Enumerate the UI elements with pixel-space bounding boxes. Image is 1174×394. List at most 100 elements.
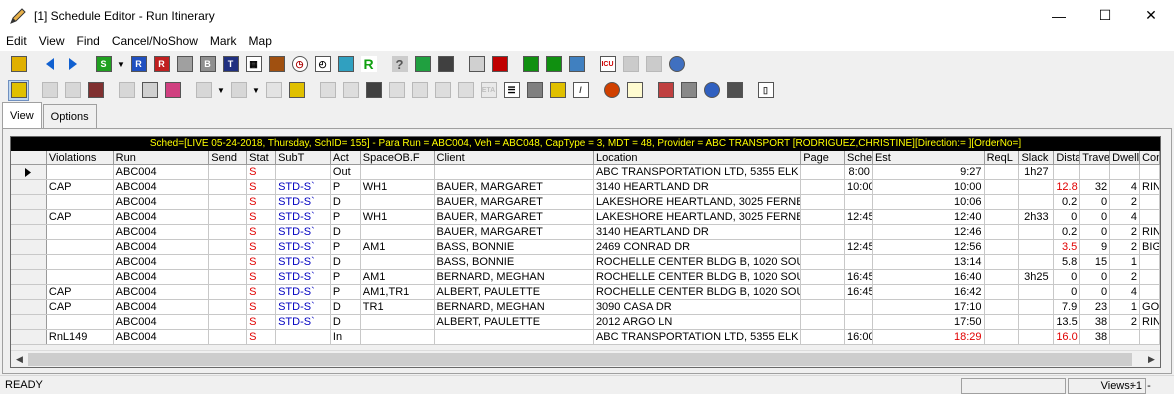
cell-slack[interactable] bbox=[1019, 285, 1055, 299]
cell-trave[interactable]: 38 bbox=[1080, 315, 1111, 329]
cell-dista[interactable]: 12.8 bbox=[1054, 180, 1081, 194]
wand-icon[interactable]: / bbox=[570, 80, 591, 101]
cell-send[interactable] bbox=[209, 180, 248, 194]
cell-send[interactable] bbox=[209, 225, 248, 239]
cell-location[interactable]: ROCHELLE CENTER BLDG B, 1020 SOU bbox=[594, 270, 802, 284]
speaker-icon[interactable] bbox=[286, 80, 307, 101]
people-icon[interactable] bbox=[335, 54, 356, 75]
cell-run[interactable]: ABC004 bbox=[114, 195, 210, 209]
cell-space[interactable] bbox=[361, 255, 435, 269]
cell-page[interactable] bbox=[801, 255, 846, 269]
document-icon[interactable] bbox=[466, 54, 487, 75]
menu-mark[interactable]: Mark bbox=[204, 31, 243, 51]
tab-view[interactable]: View bbox=[2, 102, 42, 128]
chevron-down-icon[interactable]: ▼ bbox=[116, 54, 126, 75]
scroll-right-icon[interactable]: ▶ bbox=[1143, 351, 1160, 368]
scroll-track[interactable] bbox=[28, 351, 1143, 368]
car-icon[interactable] bbox=[455, 80, 476, 101]
row-selector[interactable] bbox=[11, 300, 47, 314]
column-header-sched[interactable]: Sched bbox=[845, 151, 873, 164]
cell-page[interactable] bbox=[801, 210, 846, 224]
cell-violations[interactable]: CAP bbox=[47, 180, 114, 194]
cell-subt[interactable] bbox=[276, 165, 331, 179]
cell-location[interactable]: LAKESHORE HEARTLAND, 3025 FERNB bbox=[594, 195, 802, 209]
row-selector[interactable] bbox=[11, 255, 47, 269]
cell-subt[interactable]: STD-S` bbox=[276, 315, 331, 329]
cell-client[interactable] bbox=[435, 330, 594, 344]
vehicle-icon[interactable] bbox=[266, 54, 287, 75]
horizontal-scrollbar[interactable]: ◀ ▶ bbox=[11, 350, 1160, 367]
cell-location[interactable]: 3140 HEARTLAND DR bbox=[594, 225, 802, 239]
row-selector[interactable] bbox=[11, 210, 47, 224]
table-row[interactable]: ABC004 S STD-S` D BAUER, MARGARET 3140 HEART… bbox=[11, 225, 1160, 240]
cell-act[interactable]: In bbox=[331, 330, 361, 344]
row-selector[interactable] bbox=[11, 315, 47, 329]
cell-run[interactable]: ABC004 bbox=[114, 270, 210, 284]
cell-reql[interactable] bbox=[985, 210, 1020, 224]
cell-subt[interactable]: STD-S` bbox=[276, 225, 331, 239]
cell-con[interactable] bbox=[1140, 195, 1160, 209]
cell-run[interactable]: ABC004 bbox=[114, 285, 210, 299]
menu-map[interactable]: Map bbox=[243, 31, 278, 51]
cell-page[interactable] bbox=[801, 285, 846, 299]
exit-door-icon[interactable] bbox=[8, 54, 29, 75]
zoom-icon[interactable] bbox=[655, 80, 676, 101]
trip-t-icon[interactable]: T bbox=[220, 54, 241, 75]
cell-violations[interactable] bbox=[47, 165, 114, 179]
cell-violations[interactable] bbox=[47, 255, 114, 269]
cell-dwell[interactable]: 1 bbox=[1110, 255, 1141, 269]
cell-violations[interactable] bbox=[47, 240, 114, 254]
cell-page[interactable] bbox=[801, 300, 846, 314]
cell-sched[interactable]: 12:45 bbox=[845, 240, 873, 254]
cell-est[interactable]: 17:50 bbox=[873, 315, 985, 329]
cell-send[interactable] bbox=[209, 210, 248, 224]
cell-trave[interactable]: 38 bbox=[1080, 330, 1111, 344]
cell-sched[interactable]: 10:00 bbox=[845, 180, 873, 194]
columns-icon[interactable] bbox=[193, 80, 214, 101]
close-button[interactable]: ✕ bbox=[1128, 0, 1174, 31]
help-icon[interactable]: ? bbox=[389, 54, 410, 75]
save-icon[interactable] bbox=[228, 80, 249, 101]
cell-stat[interactable]: S bbox=[247, 300, 277, 314]
column-header-stat[interactable]: Stat bbox=[247, 151, 277, 164]
cell-sched[interactable] bbox=[845, 195, 873, 209]
column-header-dwell[interactable]: Dwell bbox=[1110, 151, 1141, 164]
cell-reql[interactable] bbox=[985, 315, 1020, 329]
card-icon[interactable] bbox=[432, 80, 453, 101]
pen-icon[interactable] bbox=[263, 80, 284, 101]
cell-subt[interactable]: STD-S` bbox=[276, 255, 331, 269]
cell-slack[interactable] bbox=[1019, 315, 1055, 329]
cell-est[interactable]: 16:40 bbox=[873, 270, 985, 284]
cell-stat[interactable]: S bbox=[247, 225, 277, 239]
cell-client[interactable]: BAUER, MARGARET bbox=[435, 225, 594, 239]
row-selector[interactable] bbox=[11, 240, 47, 254]
cell-sched[interactable]: 16:45 bbox=[845, 270, 873, 284]
cell-act[interactable]: D bbox=[331, 195, 361, 209]
maximize-button[interactable]: ☐ bbox=[1082, 0, 1128, 31]
table-row[interactable]: CAP ABC004 S STD-S` P WH1 BAUER, MARGARET 3140… bbox=[11, 180, 1160, 195]
printer-icon[interactable] bbox=[524, 80, 545, 101]
cell-client[interactable]: BASS, BONNIE bbox=[435, 255, 594, 269]
cell-con[interactable] bbox=[1140, 330, 1160, 344]
blank-2-icon[interactable] bbox=[643, 54, 664, 75]
tab-options[interactable]: Options bbox=[42, 104, 97, 128]
highlight-icon[interactable] bbox=[8, 79, 29, 101]
forward-arrow-icon[interactable] bbox=[62, 54, 83, 75]
cell-dwell[interactable]: 2 bbox=[1110, 195, 1141, 209]
cell-stat[interactable]: S bbox=[247, 330, 277, 344]
cell-client[interactable]: BAUER, MARGARET bbox=[435, 195, 594, 209]
cell-con[interactable] bbox=[1140, 285, 1160, 299]
cell-stat[interactable]: S bbox=[247, 165, 277, 179]
row-selector[interactable] bbox=[11, 195, 47, 209]
schedule-s-icon[interactable]: S bbox=[93, 54, 114, 75]
cell-con[interactable]: RIN bbox=[1140, 180, 1160, 194]
cell-act[interactable]: Out bbox=[331, 165, 361, 179]
cell-page[interactable] bbox=[801, 270, 846, 284]
column-header-client[interactable]: Client bbox=[435, 151, 594, 164]
cell-trave[interactable]: 0 bbox=[1080, 285, 1111, 299]
cell-dwell[interactable] bbox=[1110, 165, 1141, 179]
cell-space[interactable]: TR1 bbox=[361, 300, 435, 314]
cell-violations[interactable]: CAP bbox=[47, 285, 114, 299]
cell-subt[interactable]: STD-S` bbox=[276, 195, 331, 209]
menu-find[interactable]: Find bbox=[70, 31, 105, 51]
